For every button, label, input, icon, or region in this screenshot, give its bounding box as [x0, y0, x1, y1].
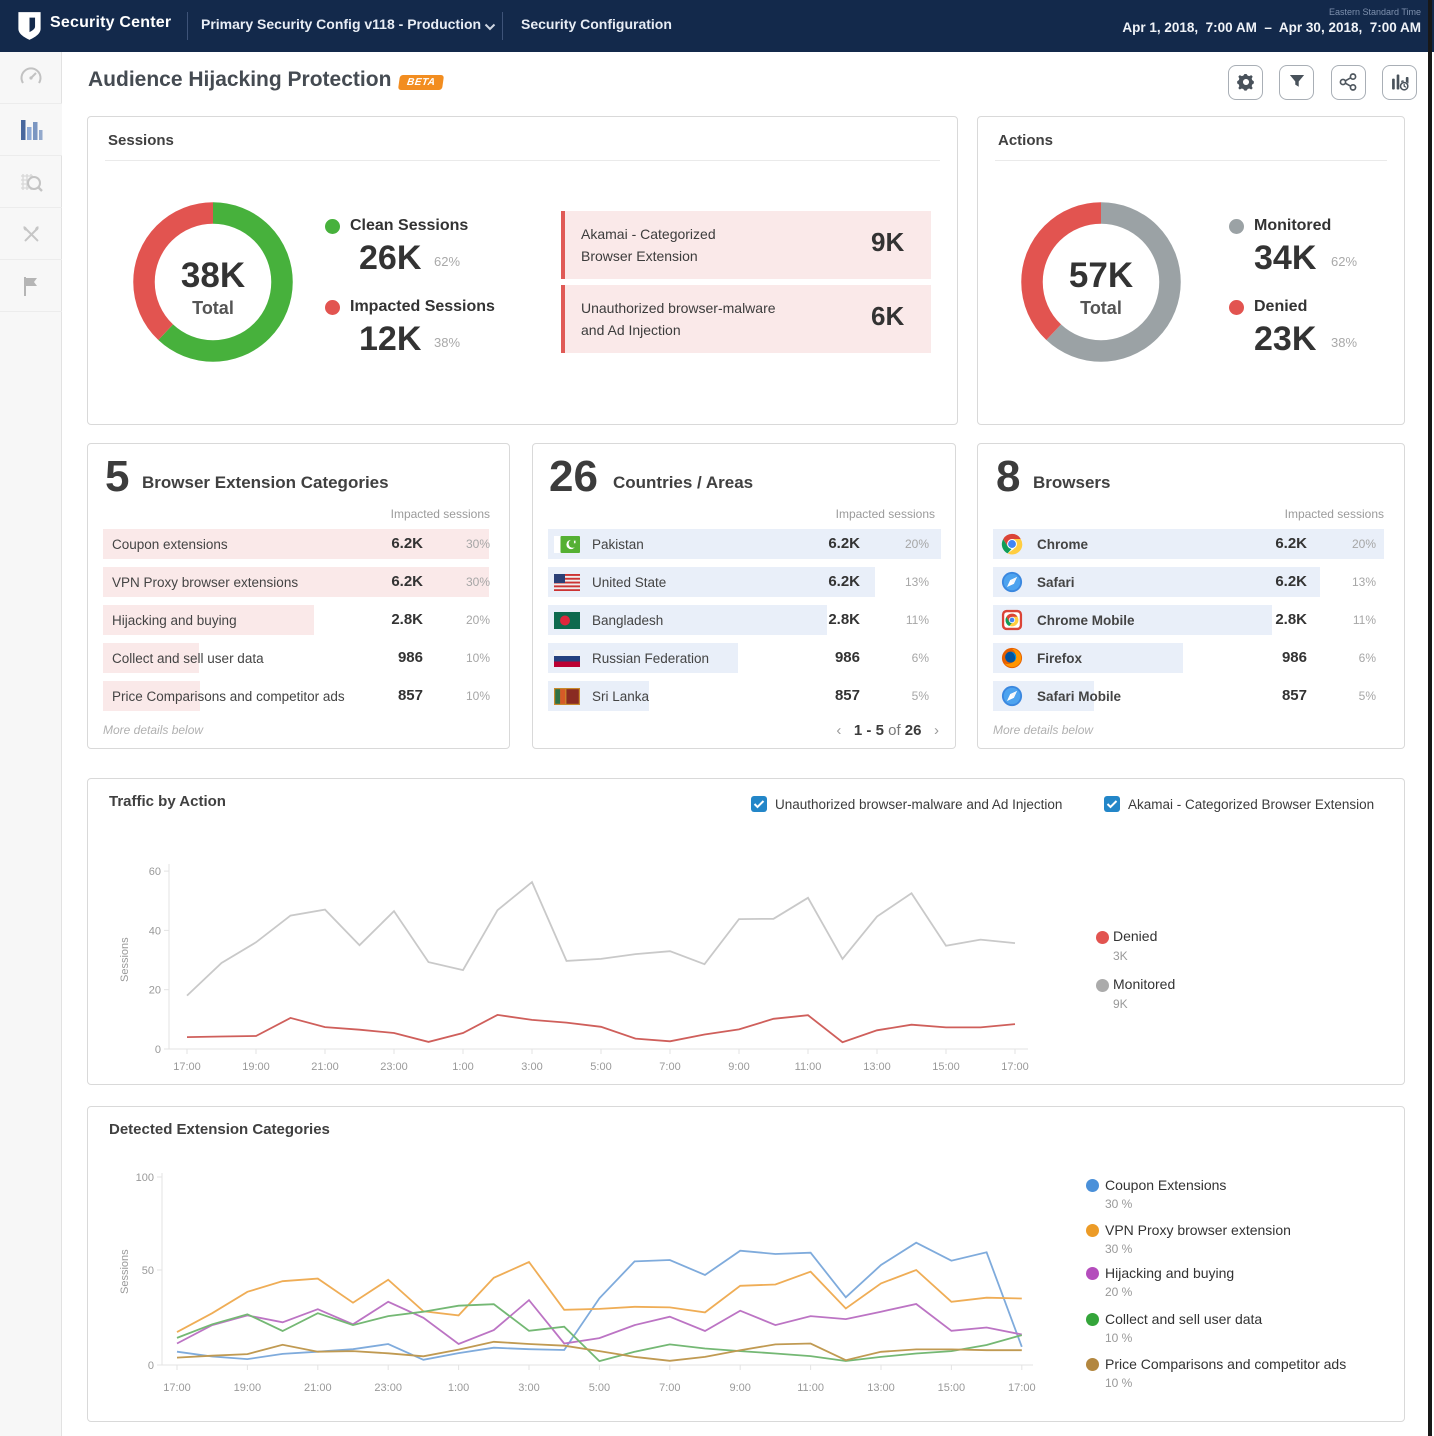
svg-text:1:00: 1:00	[448, 1382, 469, 1394]
svg-text:11:00: 11:00	[797, 1382, 824, 1394]
svg-text:1:00: 1:00	[452, 1061, 473, 1073]
svg-text:11:00: 11:00	[795, 1061, 822, 1073]
svg-text:17:00: 17:00	[163, 1382, 191, 1394]
svg-text:23:00: 23:00	[374, 1382, 402, 1394]
svg-text:40: 40	[149, 925, 161, 937]
svg-text:0: 0	[155, 1044, 161, 1056]
svg-text:0: 0	[148, 1360, 154, 1372]
svg-text:17:00: 17:00	[173, 1061, 201, 1073]
svg-text:7:00: 7:00	[659, 1382, 680, 1394]
svg-text:21:00: 21:00	[304, 1382, 332, 1394]
svg-text:5:00: 5:00	[589, 1382, 610, 1394]
svg-text:50: 50	[142, 1265, 154, 1277]
svg-text:17:00: 17:00	[1001, 1061, 1029, 1073]
svg-text:9:00: 9:00	[728, 1061, 749, 1073]
svg-text:100: 100	[136, 1172, 154, 1184]
svg-text:5:00: 5:00	[590, 1061, 611, 1073]
svg-text:13:00: 13:00	[863, 1061, 891, 1073]
svg-text:3:00: 3:00	[521, 1061, 542, 1073]
svg-text:15:00: 15:00	[938, 1382, 966, 1394]
svg-text:19:00: 19:00	[242, 1061, 270, 1073]
svg-text:60: 60	[149, 866, 161, 878]
svg-text:13:00: 13:00	[867, 1382, 895, 1394]
svg-text:7:00: 7:00	[659, 1061, 680, 1073]
svg-text:3:00: 3:00	[518, 1382, 539, 1394]
svg-text:21:00: 21:00	[311, 1061, 339, 1073]
svg-text:20: 20	[149, 985, 161, 997]
svg-text:23:00: 23:00	[380, 1061, 408, 1073]
svg-text:9:00: 9:00	[729, 1382, 750, 1394]
svg-text:17:00: 17:00	[1008, 1382, 1036, 1394]
svg-text:19:00: 19:00	[234, 1382, 262, 1394]
svg-text:15:00: 15:00	[932, 1061, 960, 1073]
